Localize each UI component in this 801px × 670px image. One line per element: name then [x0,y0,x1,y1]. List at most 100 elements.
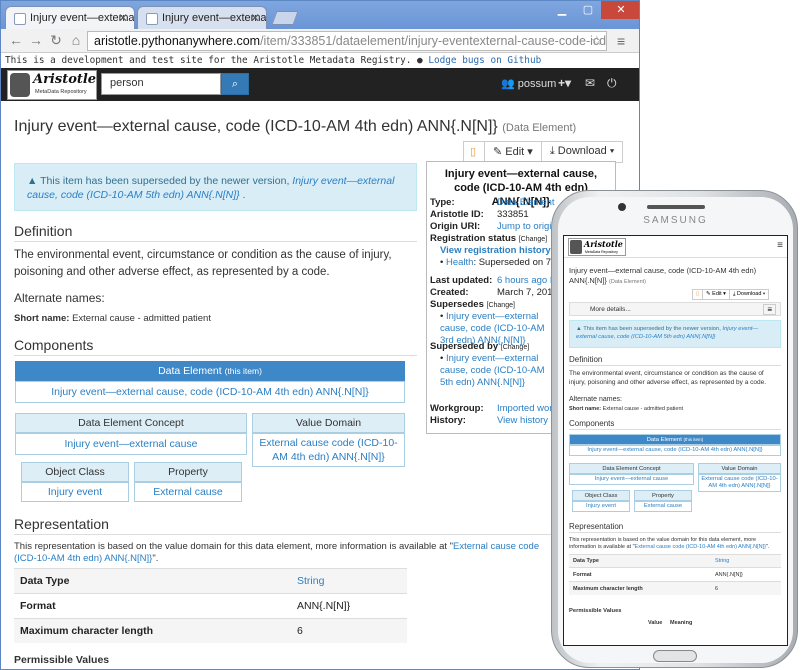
mobile-permissible-heading: Permissible Values [569,608,622,614]
mobile-table-row: Data Type String [569,554,781,567]
change-superseded-link[interactable]: [Change] [501,344,529,351]
tab-active[interactable]: Injury event—external cau ✕ [5,6,135,30]
mobile-oc-link[interactable]: Injury event [572,501,630,512]
user-menu[interactable]: 👥 possum [501,77,556,90]
create-menu-icon[interactable]: +▾ [558,76,571,90]
superseded-by-link[interactable]: Injury event—external cause, code (ICD-1… [440,353,545,388]
speaker-icon [647,205,705,209]
mobile-vd-link[interactable]: External cause code (ICD-10-AM 4th edn) … [698,474,781,492]
mobile-download-button[interactable]: ⤓ Download ▾ [728,289,770,300]
short-name-value: External cause - admitted patient [72,313,211,324]
phone-brand: SAMSUNG [643,215,708,226]
mobile-navbar: Aristotle MetaData Repository ≡ [564,236,787,258]
type-link[interactable]: Data Element [497,197,555,208]
page-title: Injury event—external cause, code (ICD-1… [14,118,576,136]
mobile-edit-button[interactable]: ✎ Edit ▾ [702,289,730,300]
data-element-link[interactable]: Injury event—external cause, code (ICD-1… [15,381,405,403]
close-tab-icon[interactable]: ✕ [118,11,128,25]
search-button[interactable]: ⌕ [221,73,249,95]
mobile-prop-link[interactable]: External cause [634,501,692,512]
new-tab-button[interactable] [271,11,299,25]
mobile-alt-names: Alternate names: [569,396,622,403]
home-button[interactable] [653,650,697,662]
change-registration-link[interactable]: [Change] [519,236,547,243]
logo-portrait-icon [10,73,30,97]
minimize-icon[interactable]: ▁ [549,1,575,19]
dec-header: Data Element Concept [15,413,247,433]
home-icon[interactable]: ⌂ [67,32,85,48]
user-icon: 👥 [501,78,515,90]
representation-heading: Representation [14,516,554,535]
url-path: /item/333851/dataelement/injury-eventext… [260,34,607,48]
mobile-dec-link[interactable]: Injury event—external cause [569,474,694,485]
dec-link[interactable]: Injury event—external cause [15,433,247,455]
edit-button[interactable]: ✎ Edit ▾ [484,141,542,163]
toggle-details-icon[interactable]: ≡ [763,304,776,315]
logout-icon[interactable]: ⏻ [607,76,617,91]
mobile-representation-heading: Representation [569,522,781,533]
phone-mockup: SAMSUNG Aristotle MetaData Repository ≡ … [551,190,798,668]
reload-icon[interactable]: ↻ [47,32,65,49]
close-tab-icon[interactable]: ✕ [250,11,260,25]
value-column-header: Value [648,620,663,626]
tab-inactive[interactable]: Injury event—external cau ✕ [137,6,267,30]
aristotle-logo[interactable]: Aristotle MetaData Repository [7,70,97,100]
url-host: aristotle.pythonanywhere.com [94,34,261,48]
dev-notice-text: This is a development and test site for … [5,55,412,66]
definition-text: The environmental event, circumstance or… [14,249,392,278]
mobile-dec-header: Data Element Concept [569,463,694,474]
history-link[interactable]: View history [497,415,548,426]
mobile-representation-text: This representation is based on the valu… [569,537,770,550]
mobile-vd-header: Value Domain [698,463,781,474]
logo-subtitle: MetaData Repository [35,89,87,95]
data-type-link[interactable]: String [297,575,324,587]
window-close-icon[interactable]: ✕ [601,1,639,19]
user-name: possum [517,78,557,90]
more-details-bar[interactable]: More details... ≡ [569,302,781,316]
mobile-table-row: Format ANN{.N[N]} [569,567,781,581]
property-link[interactable]: External cause [134,482,242,502]
favourite-button[interactable]: ▯ [463,141,485,163]
maximize-icon[interactable]: ▢ [575,1,601,19]
edit-icon: ✎ [493,146,503,158]
search-icon: ⌕ [231,78,239,90]
warning-icon: ▲ [27,175,38,187]
value-domain-link[interactable]: External cause code (ICD-10-AM 4th edn) … [252,433,405,467]
plus-icon: + [558,76,566,90]
forward-icon[interactable]: → [27,32,45,48]
edit-label: Edit [505,146,525,158]
superseded-alert: ▲ This item has been superseded by the n… [14,163,417,211]
camera-icon [618,203,626,211]
download-button[interactable]: ⤓ Download ▾ [540,141,624,163]
github-link[interactable]: Lodge bugs on Github [428,55,541,66]
logo-portrait-icon [570,240,582,254]
mobile-data-type-link[interactable]: String [715,558,729,564]
bookmark-star-icon[interactable]: ☆ [591,33,603,49]
mobile-representation-link[interactable]: External cause code (ICD-10-AM 4th edn) … [635,544,766,550]
action-buttons: ▯ ✎ Edit ▾ ⤓ Download ▾ [463,141,624,163]
components-heading: Components [14,337,417,356]
back-icon[interactable]: ← [7,32,25,48]
short-name-label: Short name: [14,313,70,324]
object-class-header: Object Class [21,462,129,482]
address-bar[interactable]: aristotle.pythonanywhere.com/item/333851… [87,31,607,51]
mobile-logo-subtitle: MetaData Repository [585,250,618,254]
table-row: Maximum character length 6 [14,618,407,643]
tab-bar: Injury event—external cau ✕ Injury event… [1,1,639,30]
type-badge: (Data Element) [502,122,577,134]
object-class-link[interactable]: Injury event [21,482,129,502]
change-supersedes-link[interactable]: [Change] [487,302,515,309]
favicon-icon [14,13,26,25]
browser-window: Injury event—external cau ✕ Injury event… [0,0,640,670]
hamburger-icon[interactable]: ≡ [777,240,783,251]
mail-icon[interactable]: ✉ [585,76,595,90]
app-navbar: Aristotle MetaData Repository person ⌕ 👥… [1,68,639,101]
bookmark-icon: ▯ [470,146,477,158]
registration-history-link[interactable]: View registration history [440,245,551,256]
more-details-label: More details... [590,306,631,313]
mobile-logo[interactable]: Aristotle MetaData Repository [568,238,626,256]
mobile-data-element-link[interactable]: Injury event—external cause, code (ICD-1… [569,445,781,456]
browser-menu-icon[interactable]: ≡ [617,33,625,49]
health-link[interactable]: Health [446,257,473,268]
search-input[interactable]: person [101,73,221,95]
